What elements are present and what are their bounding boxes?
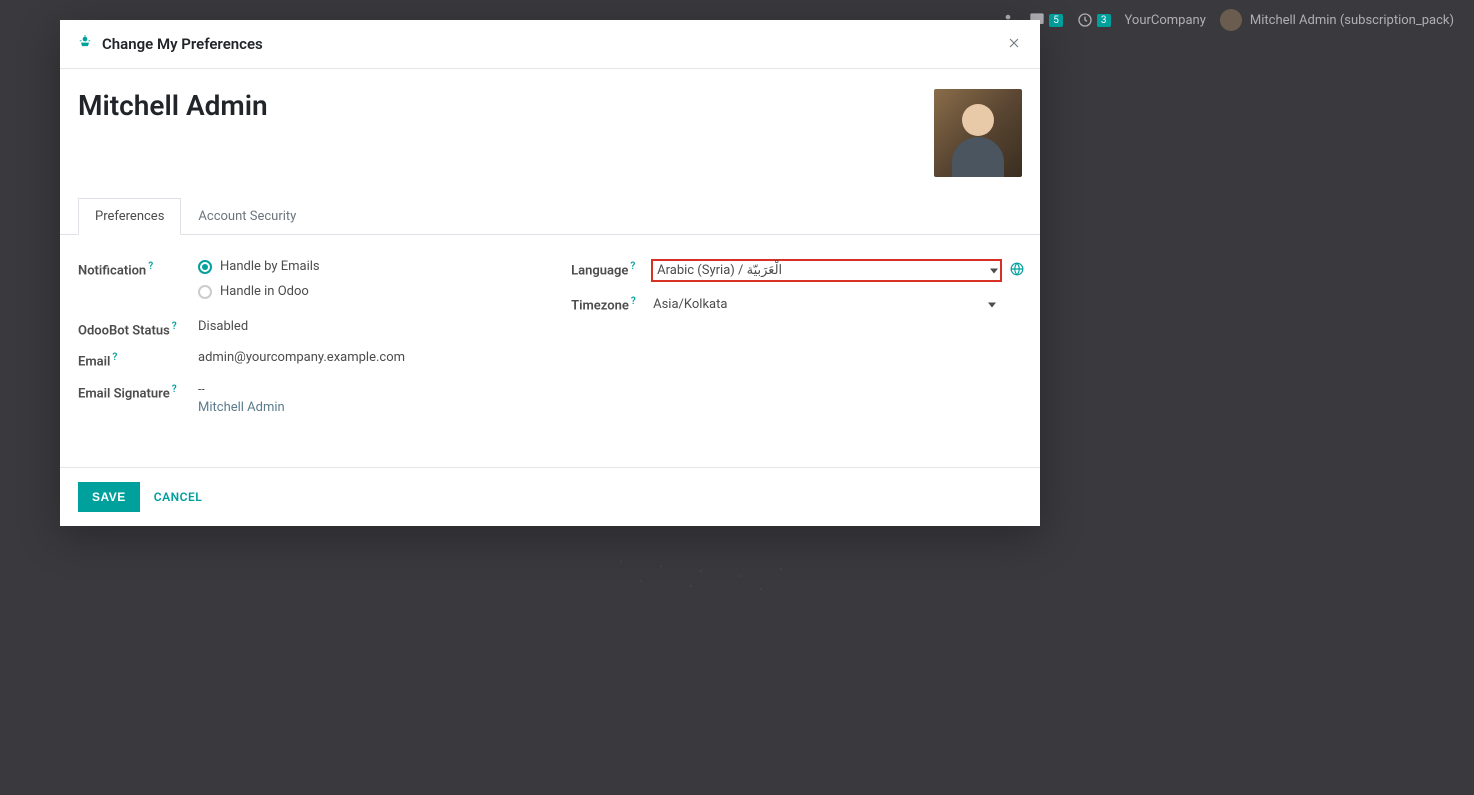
modal-title: Change My Preferences <box>102 35 1006 53</box>
signature-line2: Mitchell Admin <box>198 400 531 415</box>
email-row: Email? admin@yourcompany.example.com <box>78 350 531 369</box>
help-icon[interactable]: ? <box>631 296 636 307</box>
signature-row: Email Signature? -- Mitchell Admin <box>78 382 531 415</box>
radio-handle-in-odoo[interactable]: Handle in Odoo <box>198 284 531 299</box>
email-value: admin@yourcompany.example.com <box>198 350 531 365</box>
radio-handle-by-emails[interactable]: Handle by Emails <box>198 259 531 274</box>
help-icon[interactable]: ? <box>172 384 177 395</box>
save-button[interactable]: SAVE <box>78 482 140 512</box>
user-display-name: Mitchell Admin (subscription_pack) <box>1250 13 1454 28</box>
language-select[interactable]: Arabic (Syria) / الْعَرَبيّة <box>651 259 1002 282</box>
signature-line1: -- <box>198 382 531 396</box>
timezone-row: Timezone? Asia/Kolkata <box>571 294 1024 315</box>
odoobot-row: OdooBot Status? Disabled <box>78 319 531 338</box>
background-decoration <box>600 550 850 610</box>
radio-circle-checked <box>198 260 212 274</box>
cancel-button[interactable]: CANCEL <box>154 490 202 504</box>
language-row: Language? Arabic (Syria) / الْعَرَبيّة <box>571 259 1024 282</box>
language-label: Language? <box>571 259 651 278</box>
bug-icon[interactable] <box>78 35 92 53</box>
signature-label: Email Signature? <box>78 382 198 401</box>
user-menu[interactable]: Mitchell Admin (subscription_pack) <box>1220 9 1454 31</box>
signature-value: -- Mitchell Admin <box>198 382 531 415</box>
modal-footer: SAVE CANCEL <box>60 467 1040 526</box>
timezone-label: Timezone? <box>571 294 651 313</box>
preferences-modal: Change My Preferences Mitchell Admin Pre… <box>60 20 1040 526</box>
avatar <box>1220 9 1242 31</box>
tab-account-security[interactable]: Account Security <box>181 198 313 235</box>
top-bar: 5 3 YourCompany Mitchell Admin (subscrip… <box>1001 0 1474 40</box>
user-header: Mitchell Admin <box>78 89 1022 177</box>
notification-row: Notification? Handle by Emails Handle in… <box>78 259 531 299</box>
left-column: Notification? Handle by Emails Handle in… <box>78 259 531 427</box>
close-icon[interactable] <box>1006 34 1022 54</box>
activities-icon[interactable]: 3 <box>1077 12 1111 28</box>
company-name[interactable]: YourCompany <box>1125 13 1206 28</box>
modal-header: Change My Preferences <box>60 20 1040 69</box>
odoobot-label: OdooBot Status? <box>78 319 198 338</box>
odoobot-value: Disabled <box>198 319 531 334</box>
user-name-heading: Mitchell Admin <box>78 89 268 122</box>
profile-image[interactable] <box>934 89 1022 177</box>
timezone-select[interactable]: Asia/Kolkata <box>651 294 1000 315</box>
help-icon[interactable]: ? <box>630 261 635 272</box>
language-select-wrap: Arabic (Syria) / الْعَرَبيّة <box>651 259 1024 282</box>
notification-radio-group: Handle by Emails Handle in Odoo <box>198 259 531 299</box>
globe-icon[interactable] <box>1010 262 1024 280</box>
right-column: Language? Arabic (Syria) / الْعَرَبيّة <box>571 259 1024 427</box>
tabs-bar: Preferences Account Security <box>60 197 1040 235</box>
modal-body: Mitchell Admin Preferences Account Secur… <box>60 69 1040 467</box>
email-label: Email? <box>78 350 198 369</box>
activities-badge: 3 <box>1097 14 1111 27</box>
tab-preferences[interactable]: Preferences <box>78 198 181 235</box>
help-icon[interactable]: ? <box>112 352 117 363</box>
help-icon[interactable]: ? <box>148 261 153 272</box>
radio-label: Handle in Odoo <box>220 284 309 299</box>
radio-label: Handle by Emails <box>220 259 320 274</box>
radio-circle-unchecked <box>198 285 212 299</box>
tab-content: Notification? Handle by Emails Handle in… <box>78 235 1022 457</box>
help-icon[interactable]: ? <box>172 321 177 332</box>
notification-label: Notification? <box>78 259 198 278</box>
messages-badge: 5 <box>1049 14 1063 27</box>
